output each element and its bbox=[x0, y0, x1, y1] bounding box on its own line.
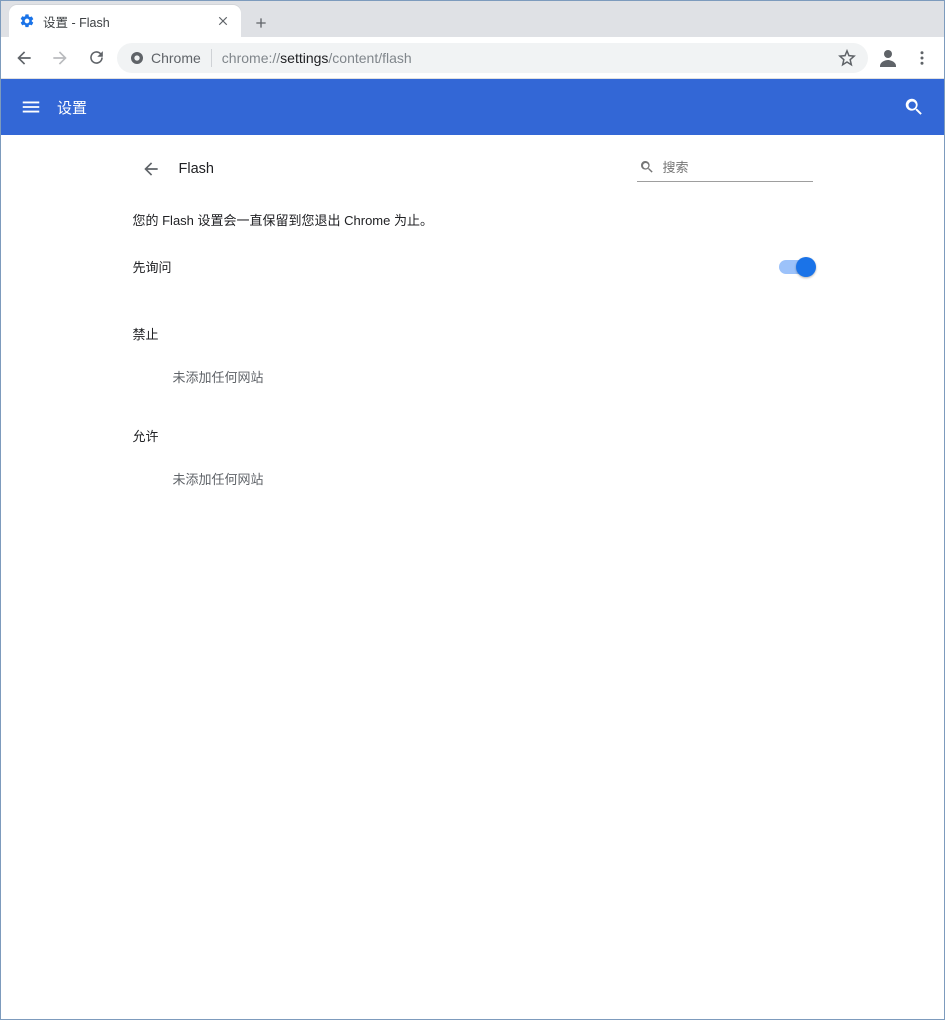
back-button[interactable] bbox=[9, 43, 39, 73]
url-host: settings bbox=[280, 50, 328, 66]
appbar-title: 设置 bbox=[57, 97, 87, 118]
toggle-thumb bbox=[796, 257, 816, 277]
url-path: /content/flash bbox=[328, 50, 411, 66]
security-chip: Chrome bbox=[129, 50, 201, 66]
content-area: Flash 您的 Flash 设置会一直保留到您退出 Chrome 为止。 先询… bbox=[1, 135, 944, 1019]
browser-menu-button[interactable] bbox=[908, 44, 936, 72]
page-title: Flash bbox=[179, 161, 214, 177]
tab-strip: 设置 - Flash bbox=[1, 1, 944, 37]
allow-empty-message: 未添加任何网站 bbox=[133, 453, 813, 498]
menu-button[interactable] bbox=[17, 93, 45, 121]
flash-info-text: 您的 Flash 设置会一直保留到您退出 Chrome 为止。 bbox=[133, 194, 813, 239]
chrome-icon bbox=[129, 50, 145, 66]
settings-search-field[interactable] bbox=[637, 155, 813, 182]
block-section-title: 禁止 bbox=[133, 294, 813, 351]
reload-button[interactable] bbox=[81, 43, 111, 73]
profile-avatar[interactable] bbox=[874, 44, 902, 72]
close-tab-button[interactable] bbox=[215, 13, 231, 29]
address-bar[interactable]: Chrome chrome://settings/content/flash bbox=[117, 43, 868, 73]
tab-title: 设置 - Flash bbox=[43, 12, 207, 31]
ask-first-toggle[interactable] bbox=[779, 260, 813, 274]
ask-first-row: 先询问 bbox=[133, 239, 813, 294]
url-scheme: chrome:// bbox=[222, 50, 280, 66]
browser-tab[interactable]: 设置 - Flash bbox=[9, 5, 241, 37]
bookmark-star-icon[interactable] bbox=[838, 49, 856, 67]
settings-appbar: 设置 bbox=[1, 79, 944, 135]
url-text: chrome://settings/content/flash bbox=[222, 50, 828, 66]
search-icon bbox=[639, 159, 655, 175]
browser-toolbar: Chrome chrome://settings/content/flash bbox=[1, 37, 944, 79]
block-empty-message: 未添加任何网站 bbox=[133, 351, 813, 396]
omnibox-divider bbox=[211, 49, 212, 67]
new-tab-button[interactable] bbox=[247, 9, 275, 37]
gear-icon bbox=[19, 13, 35, 29]
allow-section-title: 允许 bbox=[133, 396, 813, 453]
ask-first-label: 先询问 bbox=[133, 257, 172, 276]
appbar-search-button[interactable] bbox=[900, 93, 928, 121]
settings-search-input[interactable] bbox=[663, 160, 811, 175]
chrome-label: Chrome bbox=[151, 50, 201, 66]
window-frame: 设置 - Flash Chrome chrome://settings bbox=[0, 0, 945, 1020]
settings-card: Flash 您的 Flash 设置会一直保留到您退出 Chrome 为止。 先询… bbox=[133, 135, 813, 1019]
forward-button[interactable] bbox=[45, 43, 75, 73]
page-back-button[interactable] bbox=[139, 157, 163, 181]
